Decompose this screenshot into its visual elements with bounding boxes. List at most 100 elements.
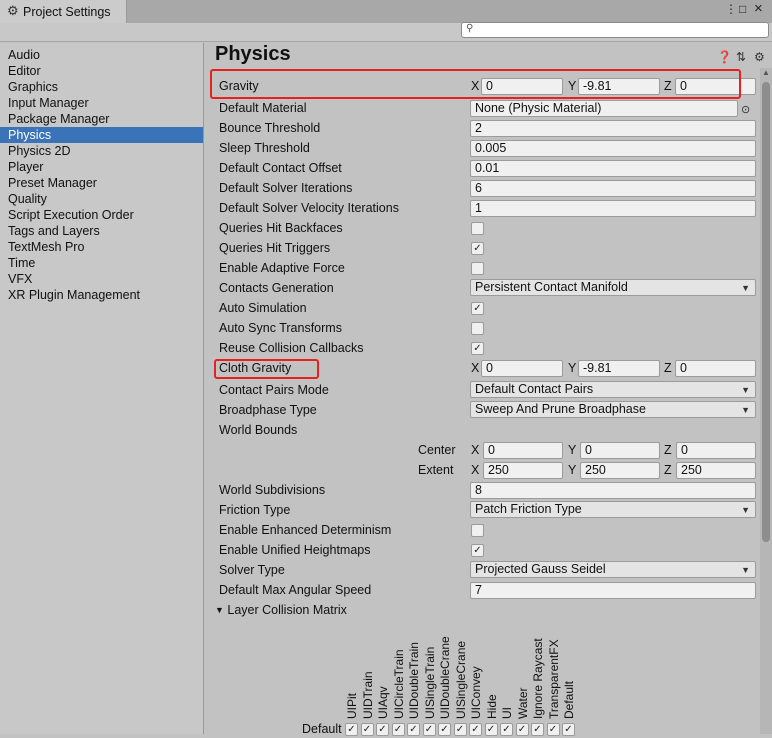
center-x-field[interactable]: 0 [483, 442, 563, 459]
bounce-threshold-field[interactable]: 2 [470, 120, 756, 137]
gear-icon: ⚙ [7, 3, 19, 18]
matrix-checkbox[interactable]: ✓ [453, 723, 467, 736]
sleep-threshold-field[interactable]: 0.005 [470, 140, 756, 157]
close-icon[interactable]: × [754, 0, 763, 17]
default-material-field[interactable]: None (Physic Material) [470, 100, 738, 117]
default-solver-iterations-field[interactable]: 6 [470, 180, 756, 197]
matrix-checkbox[interactable]: ✓ [562, 723, 575, 736]
matrix-checkbox[interactable]: ✓ [500, 723, 513, 736]
matrix-column-label: Ignore Raycast [531, 638, 545, 719]
tab-project-settings[interactable]: ⚙ Project Settings [0, 0, 127, 23]
sidebar-item-physics[interactable]: Physics [0, 127, 203, 143]
sidebar-item-graphics[interactable]: Graphics [0, 79, 203, 95]
matrix-column-label: UIAqv [376, 686, 390, 719]
sidebar-item-script-execution-order[interactable]: Script Execution Order [0, 207, 203, 223]
presets-icon[interactable]: ⇅ [736, 50, 746, 64]
sidebar-item-audio[interactable]: Audio [0, 47, 203, 63]
sidebar-item-quality[interactable]: Quality [0, 191, 203, 207]
enable-enhanced-determinism-checkbox[interactable] [471, 524, 484, 537]
tab-title: Project Settings [23, 5, 111, 19]
solver-type-dropdown[interactable]: Projected Gauss Seidel ▼ [470, 561, 756, 578]
search-icon: ⚲ [466, 23, 474, 34]
matrix-checkbox[interactable]: ✓ [360, 723, 374, 736]
matrix-checkbox[interactable]: ✓ [407, 723, 420, 736]
auto-simulation-label: Auto Simulation [219, 301, 307, 315]
auto-simulation-checkbox[interactable]: ✓ [471, 302, 484, 315]
cloth-gravity-x-field[interactable]: 0 [481, 360, 563, 377]
broadphase-type-dropdown[interactable]: Sweep And Prune Broadphase ▼ [470, 401, 756, 418]
sidebar-item-player[interactable]: Player [0, 159, 203, 175]
scroll-up-icon[interactable]: ▲ [762, 68, 770, 77]
vertical-scrollbar[interactable]: ▲ [760, 68, 772, 734]
sidebar-item-physics-2d[interactable]: Physics 2D [0, 143, 203, 159]
cloth-gravity-z-field[interactable]: 0 [675, 360, 756, 377]
gravity-highlight-box [210, 69, 741, 99]
sidebar-item-vfx[interactable]: VFX [0, 271, 203, 287]
sidebar-item-time[interactable]: Time [0, 255, 203, 271]
enable-adaptive-force-checkbox[interactable] [471, 262, 484, 275]
extent-x-field[interactable]: 250 [483, 462, 563, 479]
auto-sync-transforms-checkbox[interactable] [471, 322, 484, 335]
default-solver-velocity-iterations-field[interactable]: 1 [470, 200, 756, 217]
extent-y-field[interactable]: 250 [580, 462, 660, 479]
matrix-checkbox[interactable]: ✓ [531, 723, 544, 736]
matrix-column-label: UIPit [345, 692, 359, 719]
center-y-field[interactable]: 0 [580, 442, 660, 459]
sidebar-item-tags-and-layers[interactable]: Tags and Layers [0, 223, 203, 239]
chevron-down-icon: ▼ [741, 283, 750, 293]
matrix-checkbox[interactable]: ✓ [546, 723, 560, 736]
sidebar-item-package-manager[interactable]: Package Manager [0, 111, 203, 127]
matrix-checkbox[interactable]: ✓ [391, 723, 405, 736]
default-material-label: Default Material [219, 101, 307, 115]
matrix-column-label: Water [515, 687, 530, 719]
matrix-checkbox[interactable]: ✓ [422, 723, 436, 736]
object-picker-icon[interactable]: ⊙ [741, 103, 750, 116]
matrix-checkbox[interactable]: ✓ [515, 723, 529, 736]
enable-unified-heightmaps-checkbox[interactable]: ✓ [471, 544, 484, 557]
contacts-generation-dropdown[interactable]: Persistent Contact Manifold ▼ [470, 279, 756, 296]
layer-collision-matrix-label: Layer Collision Matrix [227, 603, 347, 617]
queries-hit-triggers-label: Queries Hit Triggers [219, 241, 331, 255]
center-label: Center [418, 443, 456, 457]
settings-icon[interactable]: ⚙ [754, 50, 765, 64]
matrix-column-label: UI [500, 707, 514, 719]
default-max-angular-speed-label: Default Max Angular Speed [219, 583, 372, 597]
matrix-checkbox[interactable]: ✓ [376, 723, 389, 736]
cloth-gravity-x-label: X [471, 361, 480, 375]
maximize-icon[interactable]: □ [739, 2, 746, 16]
matrix-checkbox[interactable]: ✓ [484, 723, 498, 736]
sidebar-item-xr-plugin-management[interactable]: XR Plugin Management [0, 287, 203, 303]
default-contact-offset-field[interactable]: 0.01 [470, 160, 756, 177]
menu-icon[interactable]: ⋮ [725, 2, 737, 16]
page-title: Physics [215, 43, 291, 65]
sidebar-item-editor[interactable]: Editor [0, 63, 203, 79]
cloth-gravity-y-field[interactable]: -9.81 [578, 360, 660, 377]
matrix-checkbox[interactable]: ✓ [345, 723, 358, 736]
matrix-column-label: Hide [484, 694, 499, 719]
help-icon[interactable]: ❓ [717, 50, 732, 64]
broadphase-type-value: Sweep And Prune Broadphase [475, 402, 646, 416]
queries-hit-backfaces-checkbox[interactable] [471, 222, 484, 235]
search-input[interactable]: ⚲ [461, 22, 769, 38]
sidebar-item-textmesh-pro[interactable]: TextMesh Pro [0, 239, 203, 255]
matrix-checkbox[interactable]: ✓ [438, 723, 451, 736]
sidebar-item-input-manager[interactable]: Input Manager [0, 95, 203, 111]
friction-type-label: Friction Type [219, 503, 291, 517]
extent-z-label: Z [664, 463, 672, 477]
scrollbar-thumb[interactable] [762, 82, 770, 542]
foldout-arrow-icon: ▼ [215, 605, 224, 615]
extent-z-field[interactable]: 250 [676, 462, 756, 479]
center-z-field[interactable]: 0 [676, 442, 756, 459]
reuse-collision-callbacks-checkbox[interactable]: ✓ [471, 342, 484, 355]
default-max-angular-speed-field[interactable]: 7 [470, 582, 756, 599]
world-bounds-label: World Bounds [219, 423, 298, 437]
friction-type-dropdown[interactable]: Patch Friction Type ▼ [470, 501, 756, 518]
world-subdivisions-field[interactable]: 8 [470, 482, 756, 499]
sidebar-item-preset-manager[interactable]: Preset Manager [0, 175, 203, 191]
matrix-checkbox[interactable]: ✓ [469, 723, 482, 736]
contact-pairs-mode-dropdown[interactable]: Default Contact Pairs ▼ [470, 381, 756, 398]
layer-collision-matrix-foldout[interactable]: ▼ Layer Collision Matrix [215, 601, 347, 619]
center-x-label: X [471, 443, 480, 457]
cloth-gravity-z-label: Z [664, 361, 672, 375]
queries-hit-triggers-checkbox[interactable]: ✓ [471, 242, 484, 255]
